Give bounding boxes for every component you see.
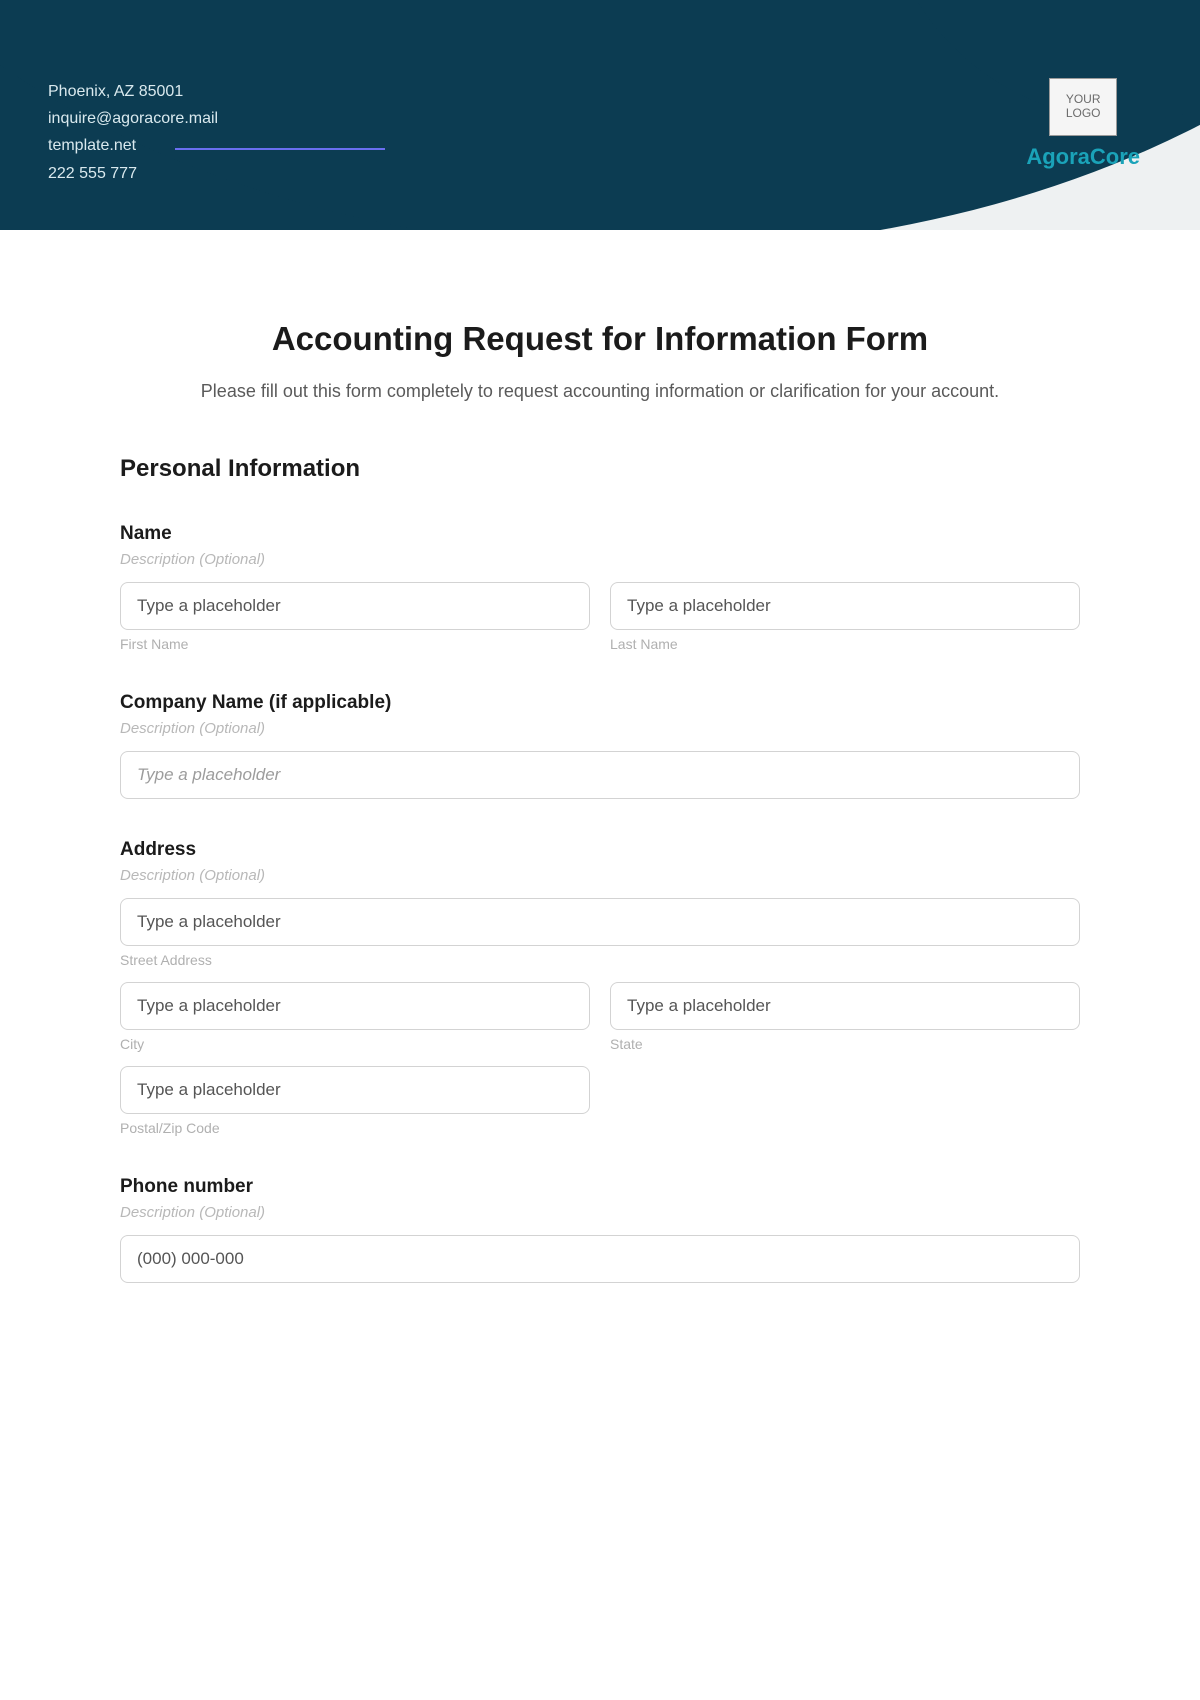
contact-phone: 222 555 777 [48,160,218,187]
field-phone: Phone number Description (Optional) [120,1176,1080,1283]
field-address: Address Description (Optional) Street Ad… [120,839,1080,1136]
first-name-sublabel: First Name [120,636,590,652]
form-intro: Please fill out this form completely to … [170,376,1030,407]
accent-underline [175,148,385,150]
logo-text: YOUR LOGO [1066,93,1101,121]
city-sublabel: City [120,1036,590,1052]
name-label: Name [120,523,1080,545]
state-input[interactable] [610,982,1080,1030]
phone-label: Phone number [120,1176,1080,1198]
company-input[interactable] [120,751,1080,799]
logo-placeholder: YOUR LOGO [1049,78,1117,136]
name-desc: Description (Optional) [120,551,1080,568]
phone-input[interactable] [120,1235,1080,1283]
brand-name: AgoraCore [1026,144,1140,170]
phone-desc: Description (Optional) [120,1204,1080,1221]
form-title: Accounting Request for Information Form [120,320,1080,358]
brand-block: YOUR LOGO AgoraCore [1026,78,1140,170]
address-desc: Description (Optional) [120,867,1080,884]
contact-address: Phoenix, AZ 85001 [48,78,218,105]
field-company: Company Name (if applicable) Description… [120,692,1080,799]
street-input[interactable] [120,898,1080,946]
zip-sublabel: Postal/Zip Code [120,1120,590,1136]
state-sublabel: State [610,1036,1080,1052]
last-name-sublabel: Last Name [610,636,1080,652]
city-input[interactable] [120,982,590,1030]
address-label: Address [120,839,1080,861]
page-header: Phoenix, AZ 85001 inquire@agoracore.mail… [0,0,1200,230]
street-sublabel: Street Address [120,952,1080,968]
first-name-input[interactable] [120,582,590,630]
last-name-input[interactable] [610,582,1080,630]
contact-website: template.net [48,132,218,159]
contact-email: inquire@agoracore.mail [48,105,218,132]
company-label: Company Name (if applicable) [120,692,1080,714]
company-desc: Description (Optional) [120,720,1080,737]
zip-input[interactable] [120,1066,590,1114]
form-sheet: Accounting Request for Information Form … [0,230,1200,1700]
contact-block: Phoenix, AZ 85001 inquire@agoracore.mail… [48,78,218,187]
field-name: Name Description (Optional) First Name L… [120,523,1080,652]
section-personal-info: Personal Information [120,455,1080,483]
